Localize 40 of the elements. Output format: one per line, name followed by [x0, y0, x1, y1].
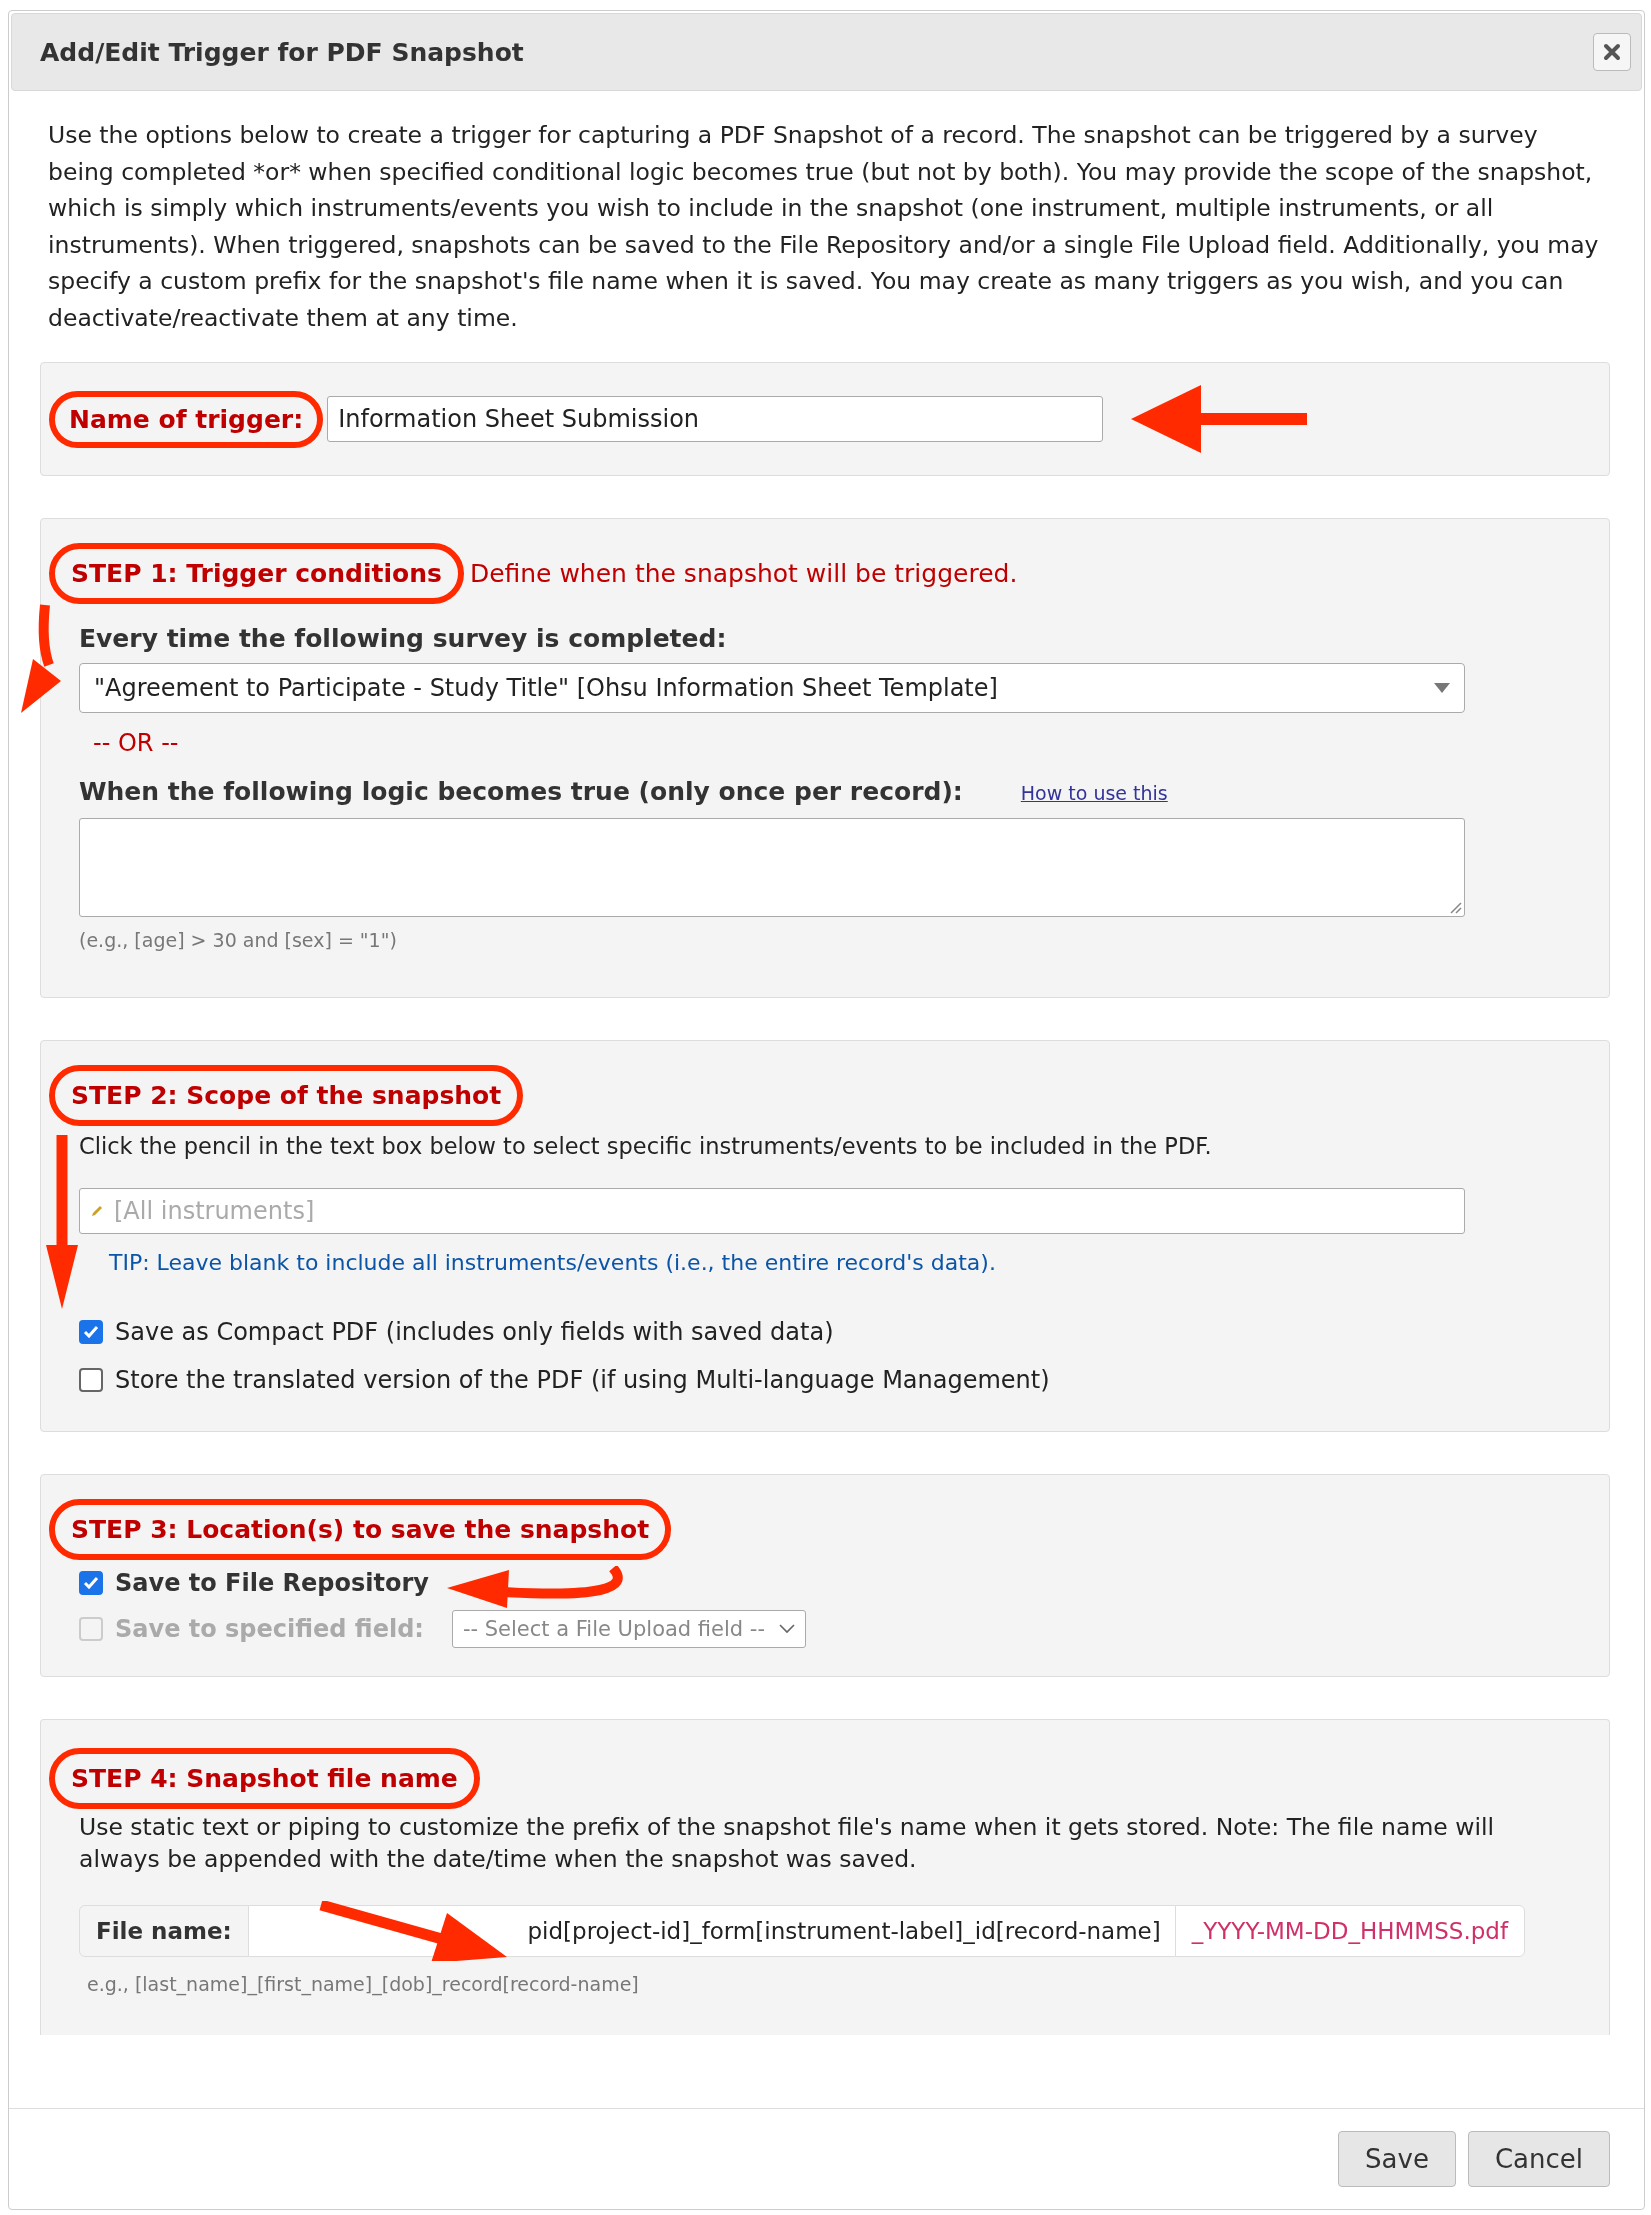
checkbox[interactable] — [79, 1571, 103, 1595]
pencil-icon[interactable] — [90, 1204, 104, 1218]
example-text: e.g., [last_name]_[first_name]_[dob]_record[record-name] — [87, 1973, 640, 1995]
survey-label: Every time the following survey is completed: — [79, 624, 728, 653]
window-title: Add/Edit Trigger for PDF Snapshot — [40, 37, 524, 67]
description-text: Use static text or piping to customize the prefix of the snapshot file's name when it gets stored. Note: The file name will always be appended with the date/time when the snapshot was saved. — [79, 1812, 1496, 1875]
file-suffix: _YYYY-MM-DD_HHMMSS.pdf — [1174, 1905, 1525, 1957]
caret-icon — [1434, 683, 1450, 693]
help-link[interactable]: How to use this — [1020, 782, 1168, 804]
or-text: -- OR -- — [93, 729, 180, 757]
close-icon — [1602, 42, 1622, 62]
checkbox-label: Save to File Repository — [115, 1569, 429, 1597]
resize-grip-icon[interactable] — [1448, 900, 1462, 914]
cancel-button[interactable]: Cancel — [1467, 2131, 1610, 2187]
tip-text: TIP: Leave blank to include all instruments/events (i.e., the entire record's data). — [109, 1250, 997, 1275]
checkbox[interactable] — [79, 1368, 103, 1392]
step-heading: STEP 4: Snapshot file name — [49, 1748, 480, 1809]
intro-text: Use the options below to create a trigger for capturing a PDF Snapshot of a record. The snapshot can be triggered by a survey being completed *or* when specified conditional logic becomes true (but not by both). You may provide the scope of the snapshot, which is simply which instruments/events you wish to include in the snapshot (one instrument, multiple instruments, or all instruments). When triggered, snapshots can be saved to the File Repository and/or a single File Upload field. Additionally, you may specify a custom prefix for the snapshot's file name when it is saved. You may create as many triggers as you wish, and you can deactivate/reactivate them at any time. — [47, 120, 1600, 334]
file-name-field[interactable]: pid[project-id]_form[instrument-label]_id[record-name] — [248, 1905, 1175, 1957]
name-field[interactable]: Information Sheet Submission — [327, 396, 1104, 442]
survey-dropdown[interactable]: "Agreement to Participate - Study Title" [Ohsu Information Sheet Template] — [79, 663, 1465, 713]
save-button[interactable]: Save — [1338, 2131, 1456, 2187]
step-heading: STEP 2: Scope of the snapshot — [49, 1065, 524, 1126]
instructions-text: Click the pencil in the text box below to select specific instruments/events to be included in the PDF. — [79, 1132, 1213, 1161]
checkbox-label: Store the translated version of the PDF (if using Multi-language Management) — [115, 1366, 1050, 1394]
check-icon — [82, 1323, 100, 1341]
step-heading: STEP 1: Trigger conditions — [49, 543, 464, 604]
checkbox-label: Save as Compact PDF (includes only fields with saved data) — [115, 1318, 834, 1346]
checkbox[interactable] — [79, 1320, 103, 1344]
logic-hint: (e.g., [age] > 30 and [sex] = "1") — [79, 929, 398, 951]
file-name-label: File name: — [79, 1905, 249, 1957]
chevron-icon — [779, 1624, 795, 1634]
field-label: Name of trigger: — [49, 390, 324, 448]
logic-label: When the following logic becomes true (only once per record): — [79, 777, 963, 806]
step-note: Define when the snapshot will be triggered. — [469, 559, 1018, 588]
step-heading: STEP 3: Location(s) to save the snapshot — [49, 1499, 672, 1560]
close-button[interactable] — [1593, 33, 1631, 71]
checkbox-label: Save to specified field: — [115, 1615, 424, 1643]
logic-field[interactable] — [79, 818, 1465, 917]
check-icon — [82, 1574, 100, 1592]
